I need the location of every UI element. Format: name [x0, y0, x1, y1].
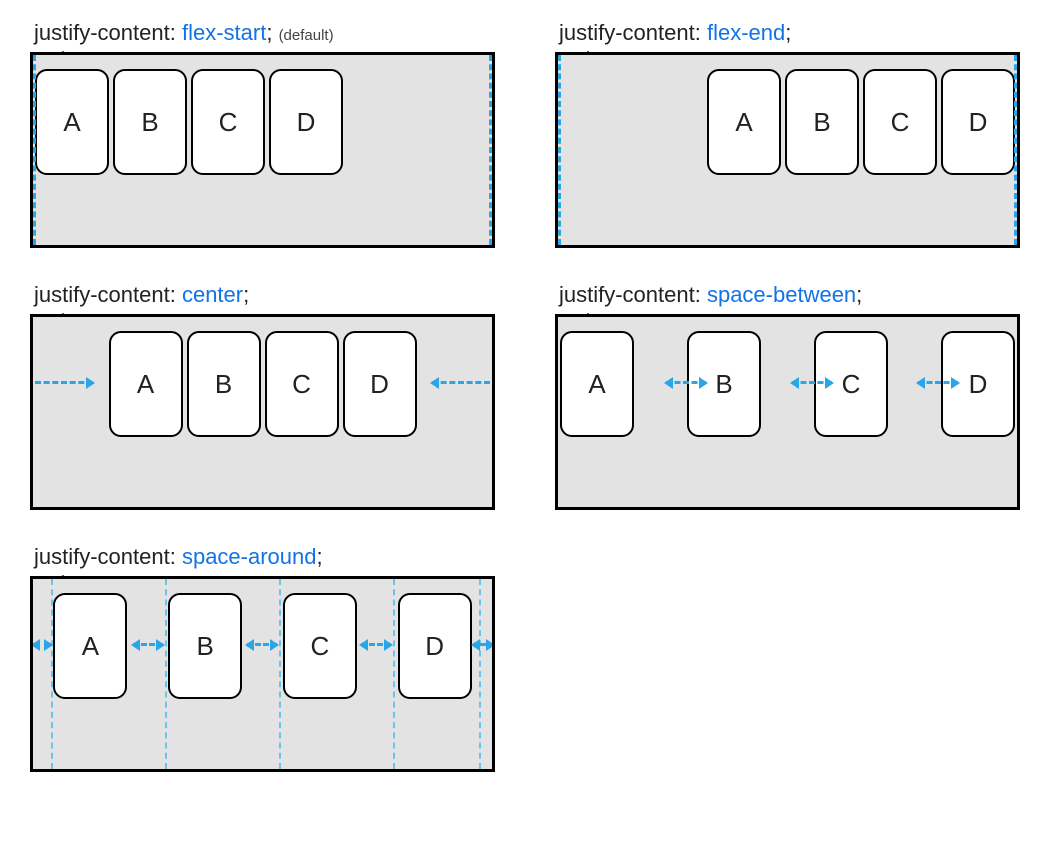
guide-line — [51, 579, 53, 769]
property: justify-content: — [559, 282, 707, 307]
code-label: justify-content: space-around; — [34, 544, 495, 570]
space-arrow-icon — [666, 381, 706, 384]
flex-item: C — [283, 593, 357, 699]
diagram-space-between: justify-content: space-between; ABCD — [555, 282, 1020, 510]
value: space-between — [707, 282, 856, 307]
property: justify-content: — [559, 20, 707, 45]
value: flex-end — [707, 20, 785, 45]
property: justify-content: — [34, 282, 182, 307]
flex-item: B — [187, 331, 261, 437]
axis-edge-indicator — [33, 55, 36, 245]
flex-item: D — [343, 331, 417, 437]
flex-item: D — [398, 593, 472, 699]
flex-item: B — [113, 69, 187, 175]
suffix: ; — [785, 20, 791, 45]
flex-item: A — [560, 331, 634, 437]
suffix: ; — [266, 20, 272, 45]
axis-edge-indicator — [489, 55, 492, 245]
flex-item: C — [863, 69, 937, 175]
flex-item: D — [269, 69, 343, 175]
axis-edge-indicator — [558, 55, 561, 245]
code-label: justify-content: center; — [34, 282, 495, 308]
flex-item: A — [53, 593, 127, 699]
space-arrow-icon — [133, 643, 163, 646]
flex-item: A — [109, 331, 183, 437]
code-label: justify-content: flex-end; — [559, 20, 1020, 46]
flex-container: ABCD — [555, 52, 1020, 248]
suffix: ; — [243, 282, 249, 307]
diagram-flex-start: justify-content: flex-start; (default) AB… — [30, 20, 495, 248]
flex-item: B — [168, 593, 242, 699]
flex-item: A — [35, 69, 109, 175]
code-label: justify-content: space-between; — [559, 282, 1020, 308]
suffix: ; — [856, 282, 862, 307]
value: flex-start — [182, 20, 266, 45]
property: justify-content: — [34, 544, 182, 569]
guide-line — [165, 579, 167, 769]
guide-line — [279, 579, 281, 769]
note: (default) — [279, 27, 334, 44]
flex-container: ABCD — [30, 52, 495, 248]
guide-line — [393, 579, 395, 769]
suffix: ; — [317, 544, 323, 569]
property: justify-content: — [34, 20, 182, 45]
space-arrow-icon — [35, 381, 93, 384]
value: center — [182, 282, 243, 307]
flex-container: ABCD — [30, 314, 495, 510]
space-arrow-icon — [33, 643, 51, 646]
space-arrow-icon — [361, 643, 391, 646]
flex-item: D — [941, 69, 1015, 175]
flex-item: C — [191, 69, 265, 175]
diagram-flex-end: justify-content: flex-end;ABCD — [555, 20, 1020, 248]
axis-edge-indicator — [1014, 55, 1017, 245]
value: space-around — [182, 544, 317, 569]
space-arrow-icon — [918, 381, 958, 384]
space-arrow-icon — [792, 381, 832, 384]
space-arrow-icon — [247, 643, 277, 646]
flex-container: ABCD — [30, 576, 495, 772]
space-arrow-icon — [473, 643, 493, 646]
guide-line — [479, 579, 481, 769]
space-arrow-icon — [432, 381, 490, 384]
flex-container: ABCD — [555, 314, 1020, 510]
flex-item: B — [785, 69, 859, 175]
flex-item: A — [707, 69, 781, 175]
diagram-center: justify-content: center; ABCD — [30, 282, 495, 510]
flex-item: C — [265, 331, 339, 437]
code-label: justify-content: flex-start; (default) — [34, 20, 495, 46]
diagram-space-around: justify-content: space-around; ABCD — [30, 544, 495, 772]
